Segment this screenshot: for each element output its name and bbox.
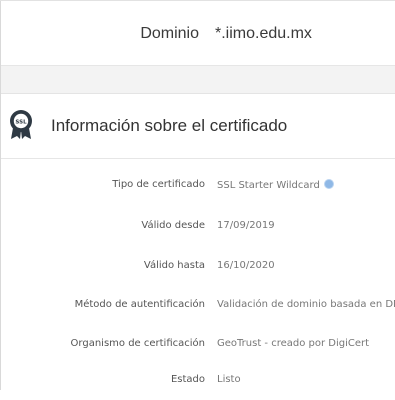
ssl-badge-icon: SSL <box>10 110 32 139</box>
auth-method-value: Validación de dominio basada en DNS <box>217 299 395 310</box>
valid-from-value: 17/09/2019 <box>217 220 275 231</box>
info-icon[interactable] <box>323 179 334 189</box>
certificate-section-header: SSL Información sobre el certificado <box>1 94 395 159</box>
cert-row-authority: Organismo de certificación GeoTrust - cr… <box>1 326 395 364</box>
domain-value: *.iimo.edu.mx <box>215 25 312 42</box>
cert-row-valid-to: Válido hasta 16/10/2020 <box>1 248 395 286</box>
domain-row: Dominio *.iimo.edu.mx <box>1 1 395 66</box>
authority-label: Organismo de certificación <box>70 338 205 349</box>
cert-type-label: Tipo de certificado <box>112 179 205 190</box>
authority-value: GeoTrust - creado por DigiCert <box>217 338 370 349</box>
section-divider <box>1 66 395 94</box>
status-label: Estado <box>170 374 205 385</box>
cert-row-auth-method: Método de autentificación Validación de … <box>1 287 395 325</box>
svg-text:SSL: SSL <box>15 119 27 125</box>
cert-row-valid-from: Válido desde 17/09/2019 <box>1 208 395 246</box>
valid-to-value: 16/10/2020 <box>217 260 275 271</box>
auth-method-label: Método de autentificación <box>74 299 205 310</box>
domain-label: Dominio <box>140 25 199 42</box>
valid-to-label: Válido hasta <box>143 260 205 271</box>
status-value: Listo <box>217 374 241 385</box>
cert-row-type: Tipo de certificado SSL Starter Wildcard <box>1 167 395 205</box>
valid-from-label: Válido desde <box>141 220 205 231</box>
cert-type-value: SSL Starter Wildcard <box>217 179 334 191</box>
certificate-title: Información sobre el certificado <box>51 116 288 135</box>
cert-row-status: Estado Listo <box>1 362 395 400</box>
